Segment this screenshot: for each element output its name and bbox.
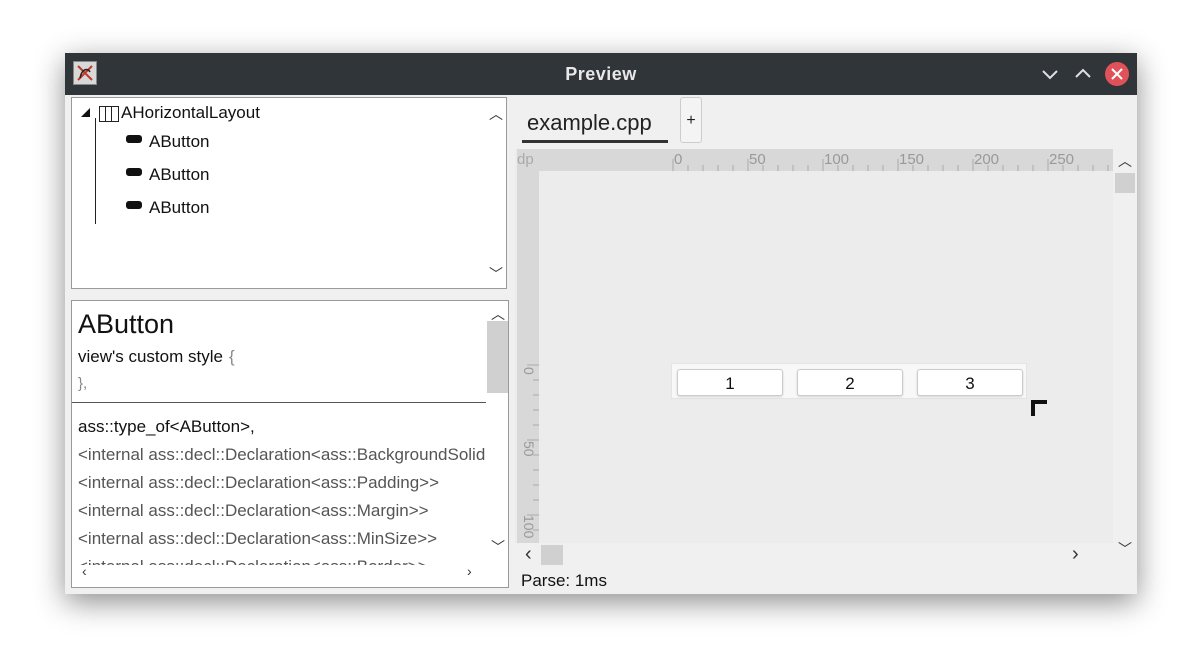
status-bar-text: Parse: 1ms bbox=[521, 571, 607, 590]
divider bbox=[72, 402, 486, 403]
scroll-down-icon[interactable]: ﹀ bbox=[489, 264, 503, 284]
tree-guide-line bbox=[95, 118, 96, 224]
custom-style-label: view's custom style bbox=[78, 347, 223, 366]
minimize-icon[interactable] bbox=[1038, 62, 1062, 86]
ruler-unit: dp bbox=[517, 151, 534, 168]
preview-horizontal-layout[interactable]: 1 2 3 bbox=[671, 363, 1027, 399]
close-brace: }, bbox=[78, 375, 88, 392]
scroll-left-icon[interactable]: ‹ bbox=[525, 543, 532, 566]
properties-panel[interactable]: AButton view's custom style { }, ass::typ… bbox=[71, 300, 509, 588]
ruler-tick-label: 0 bbox=[674, 151, 683, 168]
ruler-tick-label: 100 bbox=[824, 151, 850, 168]
preview-button-3[interactable]: 3 bbox=[917, 369, 1023, 396]
preview-canvas[interactable] bbox=[515, 149, 1113, 543]
resize-corner-marker[interactable] bbox=[1031, 400, 1047, 416]
open-brace: { bbox=[228, 347, 235, 366]
ruler-tick-label: 50 bbox=[749, 151, 766, 168]
vertical-scrollbar-thumb[interactable] bbox=[487, 321, 508, 393]
scroll-right-icon[interactable]: › bbox=[1072, 543, 1079, 566]
tree-item-root[interactable]: AHorizontalLayout bbox=[121, 103, 260, 123]
ruler-tick-label: 0 bbox=[521, 367, 537, 375]
scroll-up-icon[interactable]: ︿ bbox=[489, 104, 503, 124]
horizontal-scrollbar-thumb[interactable] bbox=[541, 545, 563, 565]
button-icon bbox=[126, 168, 142, 176]
horizontal-layout-icon bbox=[99, 106, 119, 122]
close-icon[interactable] bbox=[1105, 62, 1129, 86]
style-rule-line: <internal ass::decl::Declaration<ass::Ba… bbox=[78, 445, 485, 464]
ruler-tick-label: 50 bbox=[521, 441, 537, 457]
vertical-scrollbar-thumb[interactable] bbox=[1115, 173, 1135, 193]
canvas-vertical-scrollbar[interactable]: ︿ ﹀ bbox=[1113, 149, 1135, 559]
style-rule-line: <internal ass::decl::Declaration<ass::Bo… bbox=[78, 557, 485, 565]
scroll-left-icon[interactable]: ‹ bbox=[82, 563, 87, 579]
window-title: Preview bbox=[565, 64, 637, 84]
ruler-tick-label: 150 bbox=[899, 151, 925, 168]
tree-item-button[interactable]: AButton bbox=[149, 165, 210, 185]
custom-style-header: view's custom style { bbox=[78, 347, 235, 367]
tab-underline bbox=[522, 140, 668, 143]
scroll-down-icon[interactable]: ﹀ bbox=[1118, 539, 1132, 559]
style-rule-line: <internal ass::decl::Declaration<ass::Pa… bbox=[78, 473, 440, 492]
style-rule-line: <internal ass::decl::Declaration<ass::Mi… bbox=[78, 529, 438, 548]
tab-label: example.cpp bbox=[527, 110, 652, 135]
selected-view-name: AButton bbox=[78, 309, 175, 339]
tree-item-button[interactable]: AButton bbox=[149, 132, 210, 152]
preview-window: Preview AHorizontalLayout AButton AButto… bbox=[65, 53, 1137, 594]
scroll-down-icon[interactable]: ﹀ bbox=[491, 537, 505, 557]
preview-button-1[interactable]: 1 bbox=[677, 369, 783, 396]
style-rule-line: <internal ass::decl::Declaration<ass::Ma… bbox=[78, 501, 429, 520]
vertical-ruler bbox=[517, 171, 539, 543]
ruler-tick-label: 200 bbox=[974, 151, 1000, 168]
scroll-right-icon[interactable]: › bbox=[467, 563, 472, 579]
view-tree[interactable]: AHorizontalLayout AButton AButton AButto… bbox=[71, 97, 507, 289]
scroll-up-icon[interactable]: ︿ bbox=[1118, 151, 1132, 171]
ruler-tick-label: 250 bbox=[1049, 151, 1075, 168]
preview-button-2[interactable]: 2 bbox=[797, 369, 903, 396]
button-icon bbox=[126, 201, 142, 209]
tree-item-button[interactable]: AButton bbox=[149, 198, 210, 218]
horizontal-ruler bbox=[517, 149, 1113, 171]
button-icon bbox=[126, 135, 142, 143]
tab-example-cpp[interactable]: example.cpp bbox=[522, 105, 668, 143]
add-tab-button[interactable]: + bbox=[680, 97, 702, 143]
canvas-horizontal-scrollbar[interactable]: ‹ › bbox=[517, 543, 1113, 565]
maximize-icon[interactable] bbox=[1071, 62, 1095, 86]
ruler-tick-label: 100 bbox=[521, 515, 537, 539]
title-bar[interactable]: Preview bbox=[65, 53, 1137, 95]
style-rule-line: ass::type_of<AButton>, bbox=[78, 417, 255, 436]
collapse-triangle-icon[interactable] bbox=[81, 108, 90, 117]
